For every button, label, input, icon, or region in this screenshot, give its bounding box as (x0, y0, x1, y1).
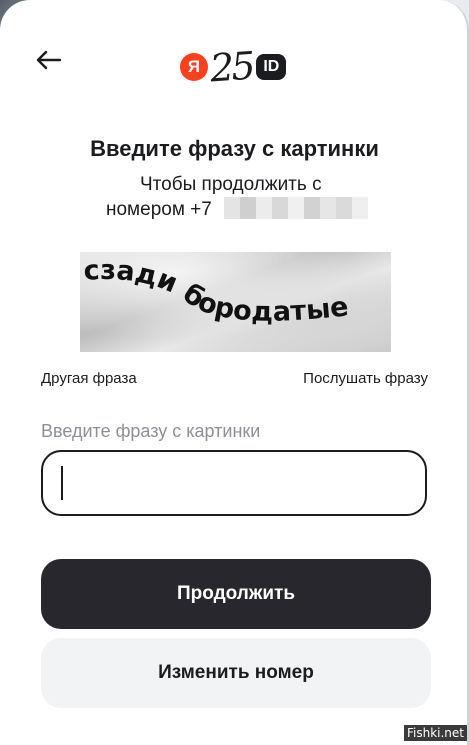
id-badge: ID (256, 54, 287, 80)
yandex-logo-icon: Я (180, 53, 208, 81)
captcha-input-label: Введите фразу с картинки (41, 421, 261, 441)
text-caret (61, 466, 63, 500)
yandex-id-logo: Я 25 ID (180, 40, 287, 94)
captcha-input[interactable] (41, 450, 427, 516)
phone-number-redacted (224, 197, 369, 219)
change-number-button[interactable]: Изменить номер (41, 638, 431, 708)
listen-phrase-link[interactable]: Послушать фразу (303, 370, 428, 387)
watermark: Fishki.net (403, 725, 467, 741)
arrow-left-icon[interactable] (33, 45, 63, 75)
captcha-image: сзади бородатые (80, 252, 391, 352)
captcha-text-image: сзади бородатые (83, 255, 350, 328)
another-phrase-link[interactable]: Другая фраза (41, 370, 137, 387)
logo-anniversary-number: 25 (208, 43, 254, 91)
subtitle-line-1: Чтобы продолжить с (140, 174, 322, 195)
auth-card: Я 25 ID Введите фразу с картинки Чтобы п… (0, 0, 469, 745)
page-title: Введите фразу с картинки (90, 136, 379, 161)
subtitle-line-2: номером +7 (106, 199, 212, 220)
captcha-phrase: сзади бородатые (83, 255, 350, 328)
continue-button[interactable]: Продолжить (41, 559, 431, 629)
